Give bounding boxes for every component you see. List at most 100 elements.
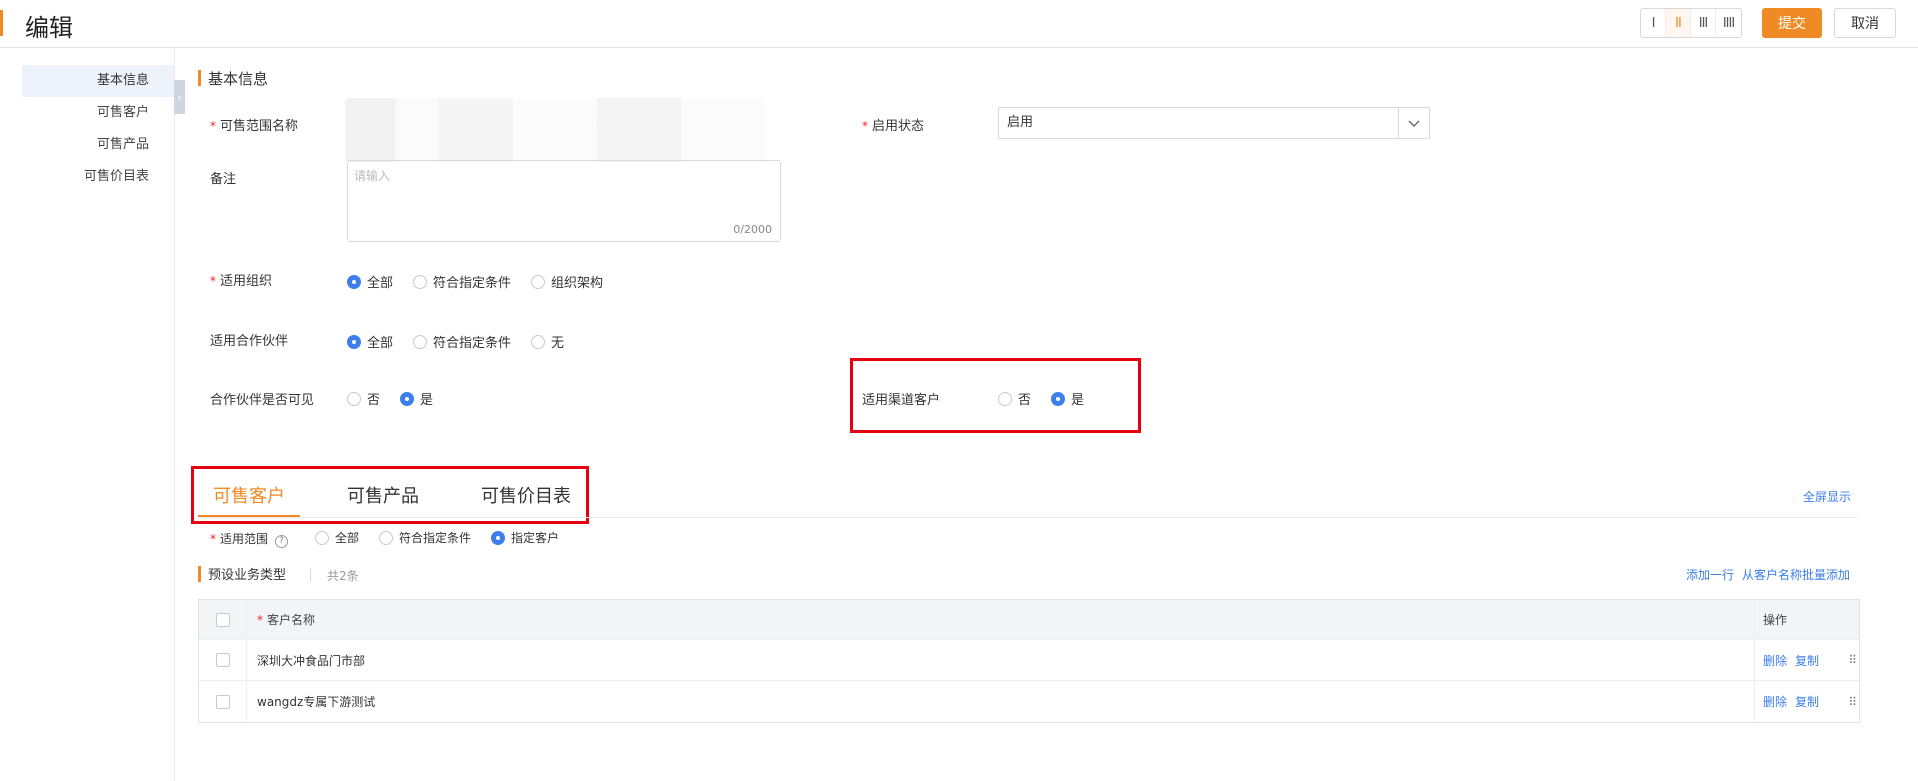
customer-name-cell[interactable]: 深圳大冲食品门市部 <box>247 640 1755 680</box>
partner-radio-condition[interactable]: 符合指定条件 <box>413 332 511 351</box>
radio-label: 符合指定条件 <box>399 531 472 545</box>
drag-handle-icon[interactable]: ⠿ <box>1848 653 1857 667</box>
radio-label: 是 <box>1071 393 1085 408</box>
radio-label: 指定客户 <box>511 531 560 545</box>
collapse-nav-icon[interactable]: ‹ <box>174 80 185 114</box>
partner-visible-radio-group: 否 是 <box>347 389 453 408</box>
scope-label: * 适用范围 ? <box>210 530 288 548</box>
remark-textarea[interactable]: 请输入 0/2000 <box>347 160 781 242</box>
batch-add-link[interactable]: 从客户名称批量添加 <box>1742 566 1850 583</box>
copy-row-link[interactable]: 复制 <box>1795 652 1819 669</box>
table-row: 深圳大冲食品门市部 删除 复制 ⠿ <box>199 640 1859 681</box>
row-count: 共2条 <box>327 569 359 583</box>
title-separator <box>310 568 311 582</box>
scope-radio-group: 全部 符合指定条件 指定客户 <box>315 529 579 546</box>
org-label-text: 适用组织 <box>220 274 273 289</box>
radio-dot <box>347 274 361 289</box>
row-checkbox[interactable] <box>215 653 230 667</box>
partner-radio-group: 全部 符合指定条件 无 <box>347 332 584 351</box>
radio-dot <box>1051 391 1066 406</box>
nav-item-price-list[interactable]: 可售价目表 <box>22 161 174 193</box>
tab-customers[interactable]: 可售客户 <box>198 475 300 517</box>
scope-radio-condition[interactable]: 符合指定条件 <box>379 529 471 546</box>
tab-products[interactable]: 可售产品 <box>332 475 434 517</box>
remark-char-count: 0/2000 <box>733 223 772 236</box>
layout-3-col-button[interactable]: III <box>1691 9 1716 37</box>
partner-radio-all[interactable]: 全部 <box>347 332 393 351</box>
partner-radio-none[interactable]: 无 <box>531 332 564 351</box>
scope-label-text: 适用范围 <box>220 532 269 546</box>
column-header-actions: 操作 <box>1763 613 1788 627</box>
nav-item-customers[interactable]: 可售客户 <box>22 97 174 129</box>
radio-dot <box>379 530 394 545</box>
column-header-customer-name: 客户名称 <box>267 613 316 627</box>
range-name-field-redacted[interactable] <box>345 98 765 162</box>
tab-price-list[interactable]: 可售价目表 <box>466 475 586 517</box>
nav-item-basic-info[interactable]: 基本信息 <box>22 65 174 97</box>
submit-button[interactable]: 提交 <box>1762 8 1822 38</box>
org-radio-structure[interactable]: 组织架构 <box>531 272 603 291</box>
required-mark: * <box>210 119 216 133</box>
radio-label: 是 <box>420 393 434 408</box>
top-bar: 编辑 I II III IIII 提交 取消 <box>0 0 1918 48</box>
preset-section-title: 预设业务类型 <box>198 564 286 583</box>
add-row-link[interactable]: 添加一行 <box>1686 566 1734 583</box>
remark-placeholder: 请输入 <box>354 169 391 183</box>
radio-label: 组织架构 <box>551 276 604 291</box>
radio-dot <box>315 530 329 545</box>
required-mark: * <box>210 274 216 288</box>
scope-radio-specified[interactable]: 指定客户 <box>491 529 559 546</box>
select-all-checkbox[interactable] <box>215 612 230 627</box>
org-radio-condition[interactable]: 符合指定条件 <box>413 272 511 291</box>
layout-1-col-button[interactable]: I <box>1641 9 1666 37</box>
layout-switcher: I II III IIII <box>1640 8 1742 38</box>
channel-radio-group: 否 是 <box>998 389 1104 408</box>
header-check-cell <box>199 600 247 639</box>
org-label: * 适用组织 <box>210 270 272 289</box>
remark-label: 备注 <box>210 172 237 187</box>
drag-handle-icon[interactable]: ⠿ <box>1848 695 1857 709</box>
status-label-text: 启用状态 <box>872 119 925 134</box>
delete-row-link[interactable]: 删除 <box>1763 652 1787 669</box>
section-nav: 基本信息 可售客户 可售产品 可售价目表 <box>22 65 174 193</box>
radio-label: 否 <box>367 393 381 408</box>
channel-radio-yes[interactable]: 是 <box>1051 389 1084 408</box>
org-radio-all[interactable]: 全部 <box>347 272 393 291</box>
channel-radio-no[interactable]: 否 <box>998 389 1031 408</box>
row-check-cell <box>199 640 247 680</box>
radio-label: 符合指定条件 <box>433 276 512 291</box>
required-mark: * <box>210 532 216 546</box>
radio-label: 符合指定条件 <box>433 336 512 351</box>
layout-4-col-button[interactable]: IIII <box>1716 9 1741 37</box>
row-actions-cell: 删除 复制 ⠿ <box>1755 681 1859 722</box>
nav-item-products[interactable]: 可售产品 <box>22 129 174 161</box>
row-checkbox[interactable] <box>215 694 230 709</box>
radio-label: 全部 <box>335 531 360 545</box>
tab-underline <box>198 517 1858 518</box>
range-name-label-text: 可售范围名称 <box>220 119 299 134</box>
status-select[interactable]: 启用 <box>998 107 1430 139</box>
basic-info-section-title: 基本信息 <box>198 68 268 89</box>
copy-row-link[interactable]: 复制 <box>1795 693 1819 710</box>
delete-row-link[interactable]: 删除 <box>1763 693 1787 710</box>
radio-dot <box>998 391 1012 406</box>
radio-label: 无 <box>551 336 565 351</box>
status-select-value: 启用 <box>1007 115 1034 130</box>
partner-visible-radio-no[interactable]: 否 <box>347 389 380 408</box>
help-icon[interactable]: ? <box>274 535 288 548</box>
scope-radio-all[interactable]: 全部 <box>315 529 359 546</box>
partner-visible-radio-yes[interactable]: 是 <box>400 389 433 408</box>
radio-dot <box>347 391 361 406</box>
radio-dot <box>531 274 546 289</box>
chevron-down-icon <box>1398 108 1429 138</box>
layout-2-col-button[interactable]: II <box>1666 9 1691 37</box>
fullscreen-link[interactable]: 全屏显示 <box>1803 488 1851 505</box>
row-check-cell <box>199 681 247 722</box>
customer-name-cell[interactable]: wangdz专属下游测试 <box>247 681 1755 722</box>
radio-dot <box>531 334 546 349</box>
radio-label: 全部 <box>367 276 394 291</box>
required-mark: * <box>862 119 868 133</box>
channel-label: 适用渠道客户 <box>862 393 941 408</box>
cancel-button[interactable]: 取消 <box>1834 8 1896 38</box>
partner-visible-label: 合作伙伴是否可见 <box>210 393 315 408</box>
